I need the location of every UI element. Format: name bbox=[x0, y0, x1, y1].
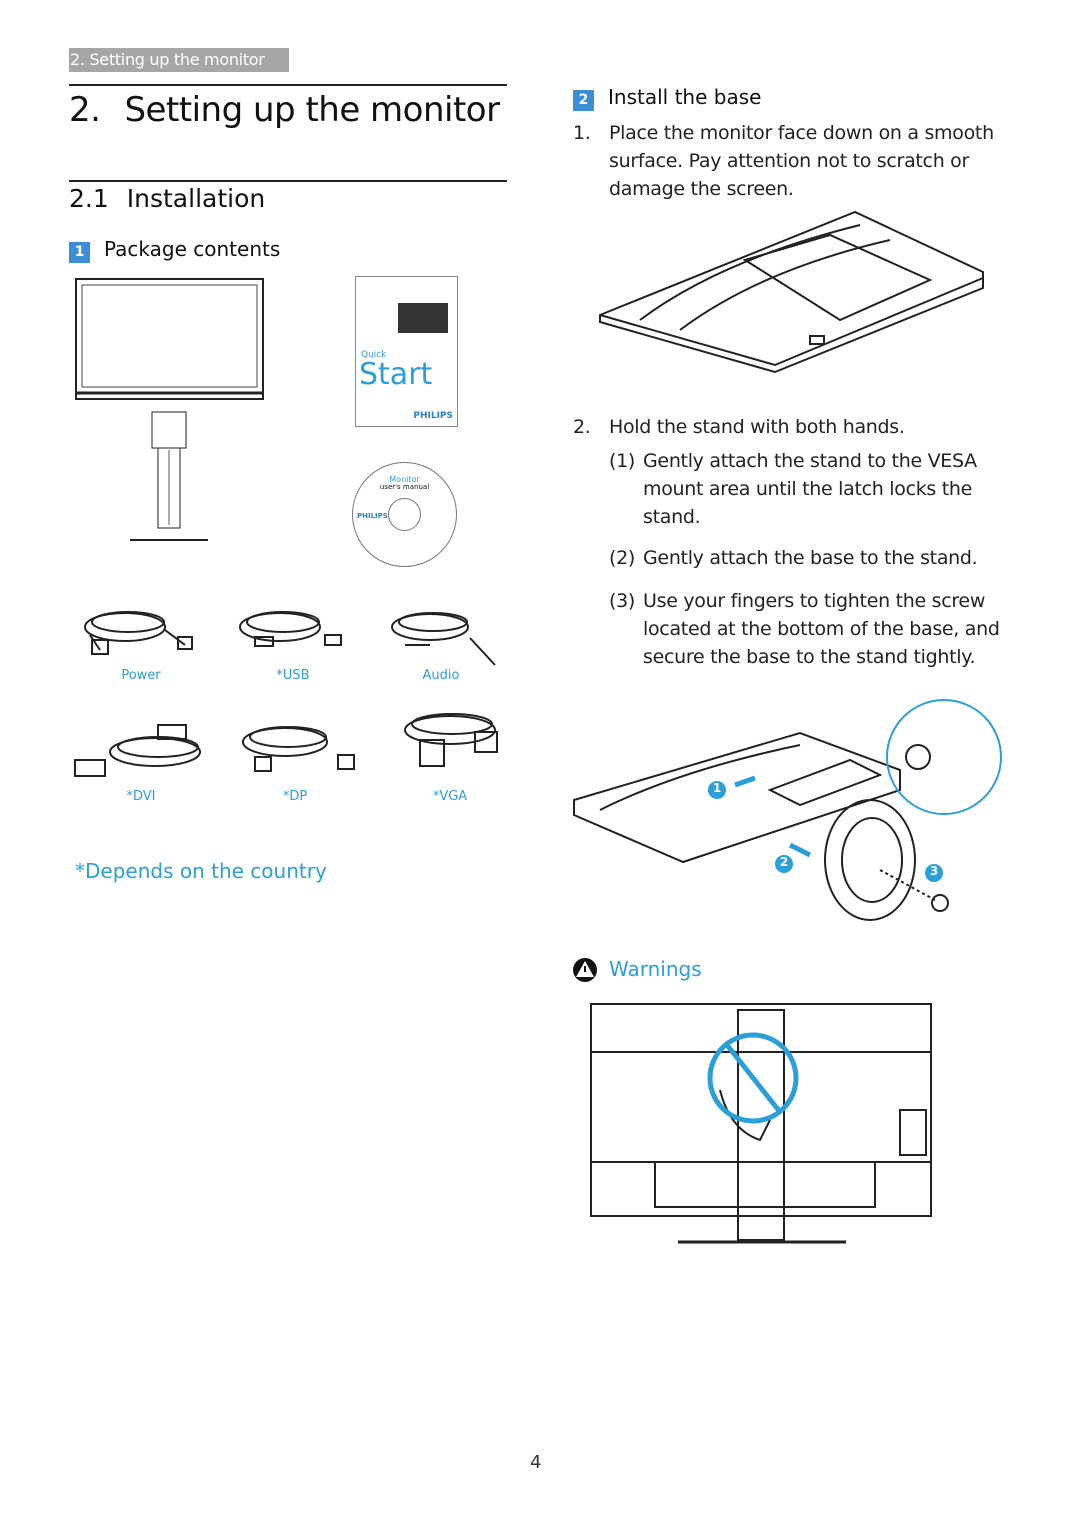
install-base-heading: 2 Install the base bbox=[573, 85, 761, 111]
start-label: Start bbox=[359, 357, 433, 392]
page-number: 4 bbox=[530, 1452, 542, 1473]
cable-label-audio: Audio bbox=[422, 668, 460, 683]
cable-label-vga: *VGA bbox=[432, 789, 468, 804]
monitor-photo bbox=[398, 303, 448, 333]
package-heading: 1 Package contents bbox=[69, 237, 280, 263]
divider bbox=[69, 84, 507, 86]
step-number: 2. bbox=[573, 416, 591, 438]
cd-hole bbox=[388, 498, 421, 531]
cable-label-power: Power bbox=[121, 668, 161, 683]
chapter-number: 2. bbox=[69, 90, 101, 130]
substep-text: Use your fingers to tighten the screw lo… bbox=[643, 590, 1000, 668]
step-badge: 1 bbox=[69, 242, 90, 263]
chapter-title-text: Setting up the monitor bbox=[124, 90, 500, 130]
substep-text: Gently attach the base to the stand. bbox=[643, 547, 978, 569]
divider bbox=[69, 180, 507, 182]
cd-manual: Monitor user's manual PHILIPS bbox=[352, 462, 457, 567]
warnings-title: Warnings bbox=[609, 957, 702, 981]
section-number: 2.1 bbox=[69, 184, 109, 213]
cable-label-dp: *DP bbox=[282, 789, 308, 804]
section-title: 2.1 Installation bbox=[69, 184, 265, 213]
substep-text: Gently attach the stand to the VESA moun… bbox=[643, 450, 977, 528]
step-text: Place the monitor face down on a smooth … bbox=[609, 122, 994, 200]
warning-illustration bbox=[590, 1003, 932, 1244]
substep-number: (3) bbox=[609, 590, 636, 612]
philips-logo: PHILIPS bbox=[357, 512, 388, 520]
country-note: *Depends on the country bbox=[75, 859, 327, 883]
philips-logo: PHILIPS bbox=[413, 411, 453, 421]
step-badge: 2 bbox=[573, 90, 594, 111]
cable-label-dvi: *DVI bbox=[126, 789, 156, 804]
substep-number: (2) bbox=[609, 547, 636, 569]
cd-subtitle: user's manual bbox=[379, 483, 430, 491]
quick-start-guide: Quick Start PHILIPS bbox=[355, 276, 458, 427]
substep-number: (1) bbox=[609, 450, 636, 472]
callout-1: 1 bbox=[712, 781, 722, 795]
running-header: 2. Setting up the monitor bbox=[69, 48, 289, 72]
install-base-title: Install the base bbox=[608, 85, 762, 109]
package-title: Package contents bbox=[104, 237, 281, 261]
cable-label-usb: *USB bbox=[276, 668, 310, 683]
step-text: Hold the stand with both hands. bbox=[609, 416, 905, 438]
section-title-text: Installation bbox=[126, 184, 266, 213]
chapter-title: 2. Setting up the monitor bbox=[69, 90, 500, 130]
callout-3: 3 bbox=[929, 864, 939, 878]
step-number: 1. bbox=[573, 122, 591, 144]
callout-2: 2 bbox=[779, 855, 789, 869]
